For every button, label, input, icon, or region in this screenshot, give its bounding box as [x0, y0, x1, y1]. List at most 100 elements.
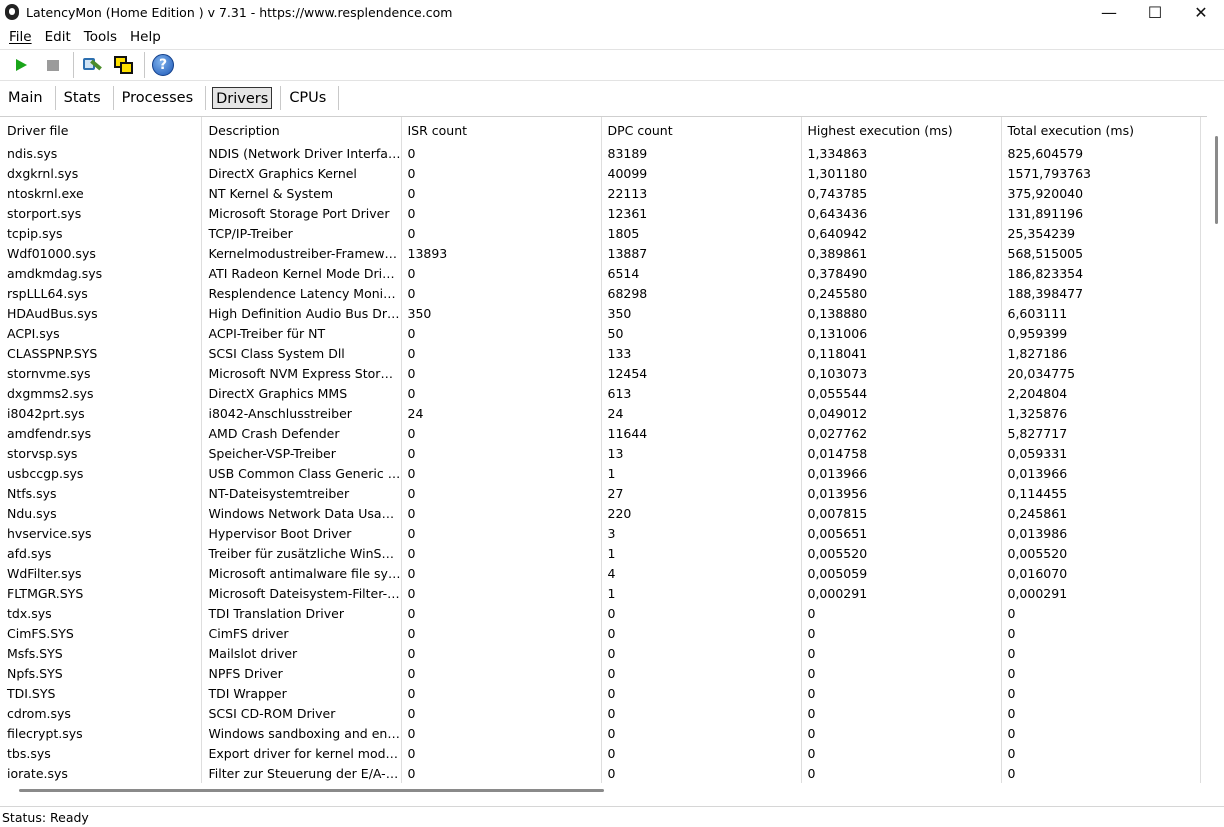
table-row[interactable]: rspLLL64.sys Resplendence Latency Monit… 0… — [0, 283, 1201, 303]
table-row[interactable]: FLTMGR.SYS Microsoft Dateisystem-Filter-…… — [0, 583, 1201, 603]
driver-file-cell: ntoskrnl.exe — [0, 183, 202, 203]
menu-tools[interactable]: Tools — [77, 29, 123, 45]
highest-execution-cell: 0 — [801, 603, 1002, 623]
description-cell: USB Common Class Generic … — [201, 463, 402, 483]
table-row[interactable]: amdkmdag.sys ATI Radeon Kernel Mode Drive… — [0, 263, 1201, 283]
table-row[interactable]: hvservice.sys Hypervisor Boot Driver 0 3 0,0… — [0, 523, 1201, 543]
highest-execution-cell: 0,005059 — [801, 563, 1002, 583]
column-header-dpc-count[interactable]: DPC count — [601, 117, 802, 143]
menu-help[interactable]: Help — [123, 29, 167, 45]
table-row[interactable]: WdFilter.sys Microsoft antimalware file s… — [0, 563, 1201, 583]
table-row[interactable]: HDAudBus.sys High Definition Audio Bus Dr… — [0, 303, 1201, 323]
menu-file[interactable]: File — [2, 29, 38, 45]
driver-file-cell: afd.sys — [0, 543, 202, 563]
tab-separator — [205, 86, 207, 110]
table-row[interactable]: filecrypt.sys Windows sandboxing and enc…… — [0, 723, 1201, 743]
table-row[interactable]: CimFS.SYS CimFS driver 0 0 0 0 — [0, 623, 1201, 643]
total-execution-cell: 375,920040 — [1001, 183, 1201, 203]
table-row[interactable]: tbs.sys Export driver for kernel mode … 0 0… — [0, 743, 1201, 763]
stop-monitor-button[interactable] — [38, 51, 68, 79]
isr-count-cell: 0 — [401, 523, 602, 543]
column-header-isr-count[interactable]: ISR count — [401, 117, 602, 143]
highest-execution-cell: 0,014758 — [801, 443, 1002, 463]
table-row[interactable]: dxgkrnl.sys DirectX Graphics Kernel 0 40099… — [0, 163, 1201, 183]
tab-stats[interactable]: Stats — [60, 87, 105, 109]
table-row[interactable]: Ndu.sys Windows Network Data Usag… 0 220 0,0… — [0, 503, 1201, 523]
isr-count-cell: 24 — [401, 403, 602, 423]
dpc-count-cell: 24 — [601, 403, 802, 423]
total-execution-cell: 0,013966 — [1001, 463, 1201, 483]
highest-execution-cell: 0,118041 — [801, 343, 1002, 363]
total-execution-cell: 2,204804 — [1001, 383, 1201, 403]
driver-file-cell: ACPI.sys — [0, 323, 202, 343]
start-monitor-button[interactable] — [6, 51, 36, 79]
table-row[interactable]: afd.sys Treiber für zusätzliche WinSo… 0 1 0… — [0, 543, 1201, 563]
table-row[interactable]: cdrom.sys SCSI CD-ROM Driver 0 0 0 0 — [0, 703, 1201, 723]
table-row[interactable]: ntoskrnl.exe NT Kernel & System 0 22113 0,74… — [0, 183, 1201, 203]
maximize-button[interactable]: ☐ — [1132, 0, 1178, 24]
table-row[interactable]: tcpip.sys TCP/IP-Treiber 0 1805 0,640942 25,3… — [0, 223, 1201, 243]
table-row[interactable]: stornvme.sys Microsoft NVM Express Storp…… — [0, 363, 1201, 383]
play-icon — [15, 59, 27, 71]
windows-button[interactable] — [109, 51, 139, 79]
help-button[interactable]: ? — [148, 51, 178, 79]
tab-separator — [338, 86, 340, 110]
tab-cpus[interactable]: CPUs — [285, 87, 330, 109]
highest-execution-cell: 0,027762 — [801, 423, 1002, 443]
tab-main[interactable]: Main — [4, 87, 47, 109]
table-row[interactable]: Wdf01000.sys Kernelmodustreiber-Framewor…… — [0, 243, 1201, 263]
highest-execution-cell: 1,334863 — [801, 143, 1002, 163]
highest-execution-cell: 0 — [801, 703, 1002, 723]
description-cell: CimFS driver — [201, 623, 402, 643]
tools-button[interactable] — [77, 51, 107, 79]
window-title: LatencyMon (Home Edition ) v 7.31 - http… — [26, 4, 453, 20]
tab-drivers[interactable]: Drivers — [212, 87, 273, 109]
vertical-scrollbar[interactable] — [1207, 116, 1224, 784]
table-row[interactable]: Npfs.SYS NPFS Driver 0 0 0 0 — [0, 663, 1201, 683]
dpc-count-cell: 22113 — [601, 183, 802, 203]
tab-separator — [280, 86, 282, 110]
table-row[interactable]: tdx.sys TDI Translation Driver 0 0 0 0 — [0, 603, 1201, 623]
table-row[interactable]: storvsp.sys Speicher-VSP-Treiber 0 13 0,0147… — [0, 443, 1201, 463]
table-row[interactable]: amdfendr.sys AMD Crash Defender 0 11644 0,02… — [0, 423, 1201, 443]
description-cell: Mailslot driver — [201, 643, 402, 663]
driver-file-cell: amdkmdag.sys — [0, 263, 202, 283]
table-row[interactable]: Ntfs.sys NT-Dateisystemtreiber 0 27 0,013956… — [0, 483, 1201, 503]
table-row[interactable]: storport.sys Microsoft Storage Port Drive… — [0, 203, 1201, 223]
table-row[interactable]: iorate.sys Filter zur Steuerung der E/A-…… — [0, 763, 1201, 783]
driver-file-cell: iorate.sys — [0, 763, 202, 783]
dpc-count-cell: 133 — [601, 343, 802, 363]
driver-file-cell: ndis.sys — [0, 143, 202, 163]
column-header-total-execution[interactable]: Total execution (ms) — [1001, 117, 1201, 143]
table-row[interactable]: i8042prt.sys i8042-Anschlusstreiber 24 24 0,… — [0, 403, 1201, 423]
highest-execution-cell: 0,245580 — [801, 283, 1002, 303]
minimize-button[interactable]: — — [1086, 0, 1132, 24]
table-row[interactable]: Msfs.SYS Mailslot driver 0 0 0 0 — [0, 643, 1201, 663]
total-execution-cell: 0 — [1001, 763, 1201, 783]
table-row[interactable]: usbccgp.sys USB Common Class Generic … 0 1 0… — [0, 463, 1201, 483]
horizontal-scroll-thumb[interactable] — [19, 789, 604, 792]
vertical-scroll-thumb[interactable] — [1215, 136, 1218, 224]
description-cell: Kernelmodustreiber-Framewor… — [201, 243, 402, 263]
driver-file-cell: Ndu.sys — [0, 503, 202, 523]
isr-count-cell: 350 — [401, 303, 602, 323]
dpc-count-cell: 0 — [601, 743, 802, 763]
table-row[interactable]: TDI.SYS TDI Wrapper 0 0 0 0 — [0, 683, 1201, 703]
total-execution-cell: 0 — [1001, 683, 1201, 703]
table-row[interactable]: CLASSPNP.SYS SCSI Class System Dll 0 133 0,1… — [0, 343, 1201, 363]
table-row[interactable]: dxgmms2.sys DirectX Graphics MMS 0 613 0,055… — [0, 383, 1201, 403]
column-header-highest-execution[interactable]: Highest execution (ms) — [801, 117, 1002, 143]
horizontal-scrollbar[interactable] — [0, 783, 1207, 798]
column-header-driver-file[interactable]: Driver file — [0, 117, 202, 143]
table-row[interactable]: ndis.sys NDIS (Network Driver Interface… 0… — [0, 143, 1201, 163]
driver-file-cell: CimFS.SYS — [0, 623, 202, 643]
tab-processes[interactable]: Processes — [118, 87, 197, 109]
column-header-description[interactable]: Description — [201, 117, 402, 143]
menu-edit[interactable]: Edit — [38, 29, 77, 45]
close-button[interactable]: ✕ — [1178, 0, 1224, 24]
isr-count-cell: 0 — [401, 323, 602, 343]
isr-count-cell: 0 — [401, 363, 602, 383]
description-cell: Export driver for kernel mode … — [201, 743, 402, 763]
drivers-table: Driver file Description ISR count DPC co… — [0, 117, 1201, 783]
table-row[interactable]: ACPI.sys ACPI-Treiber für NT 0 50 0,131006 0,… — [0, 323, 1201, 343]
